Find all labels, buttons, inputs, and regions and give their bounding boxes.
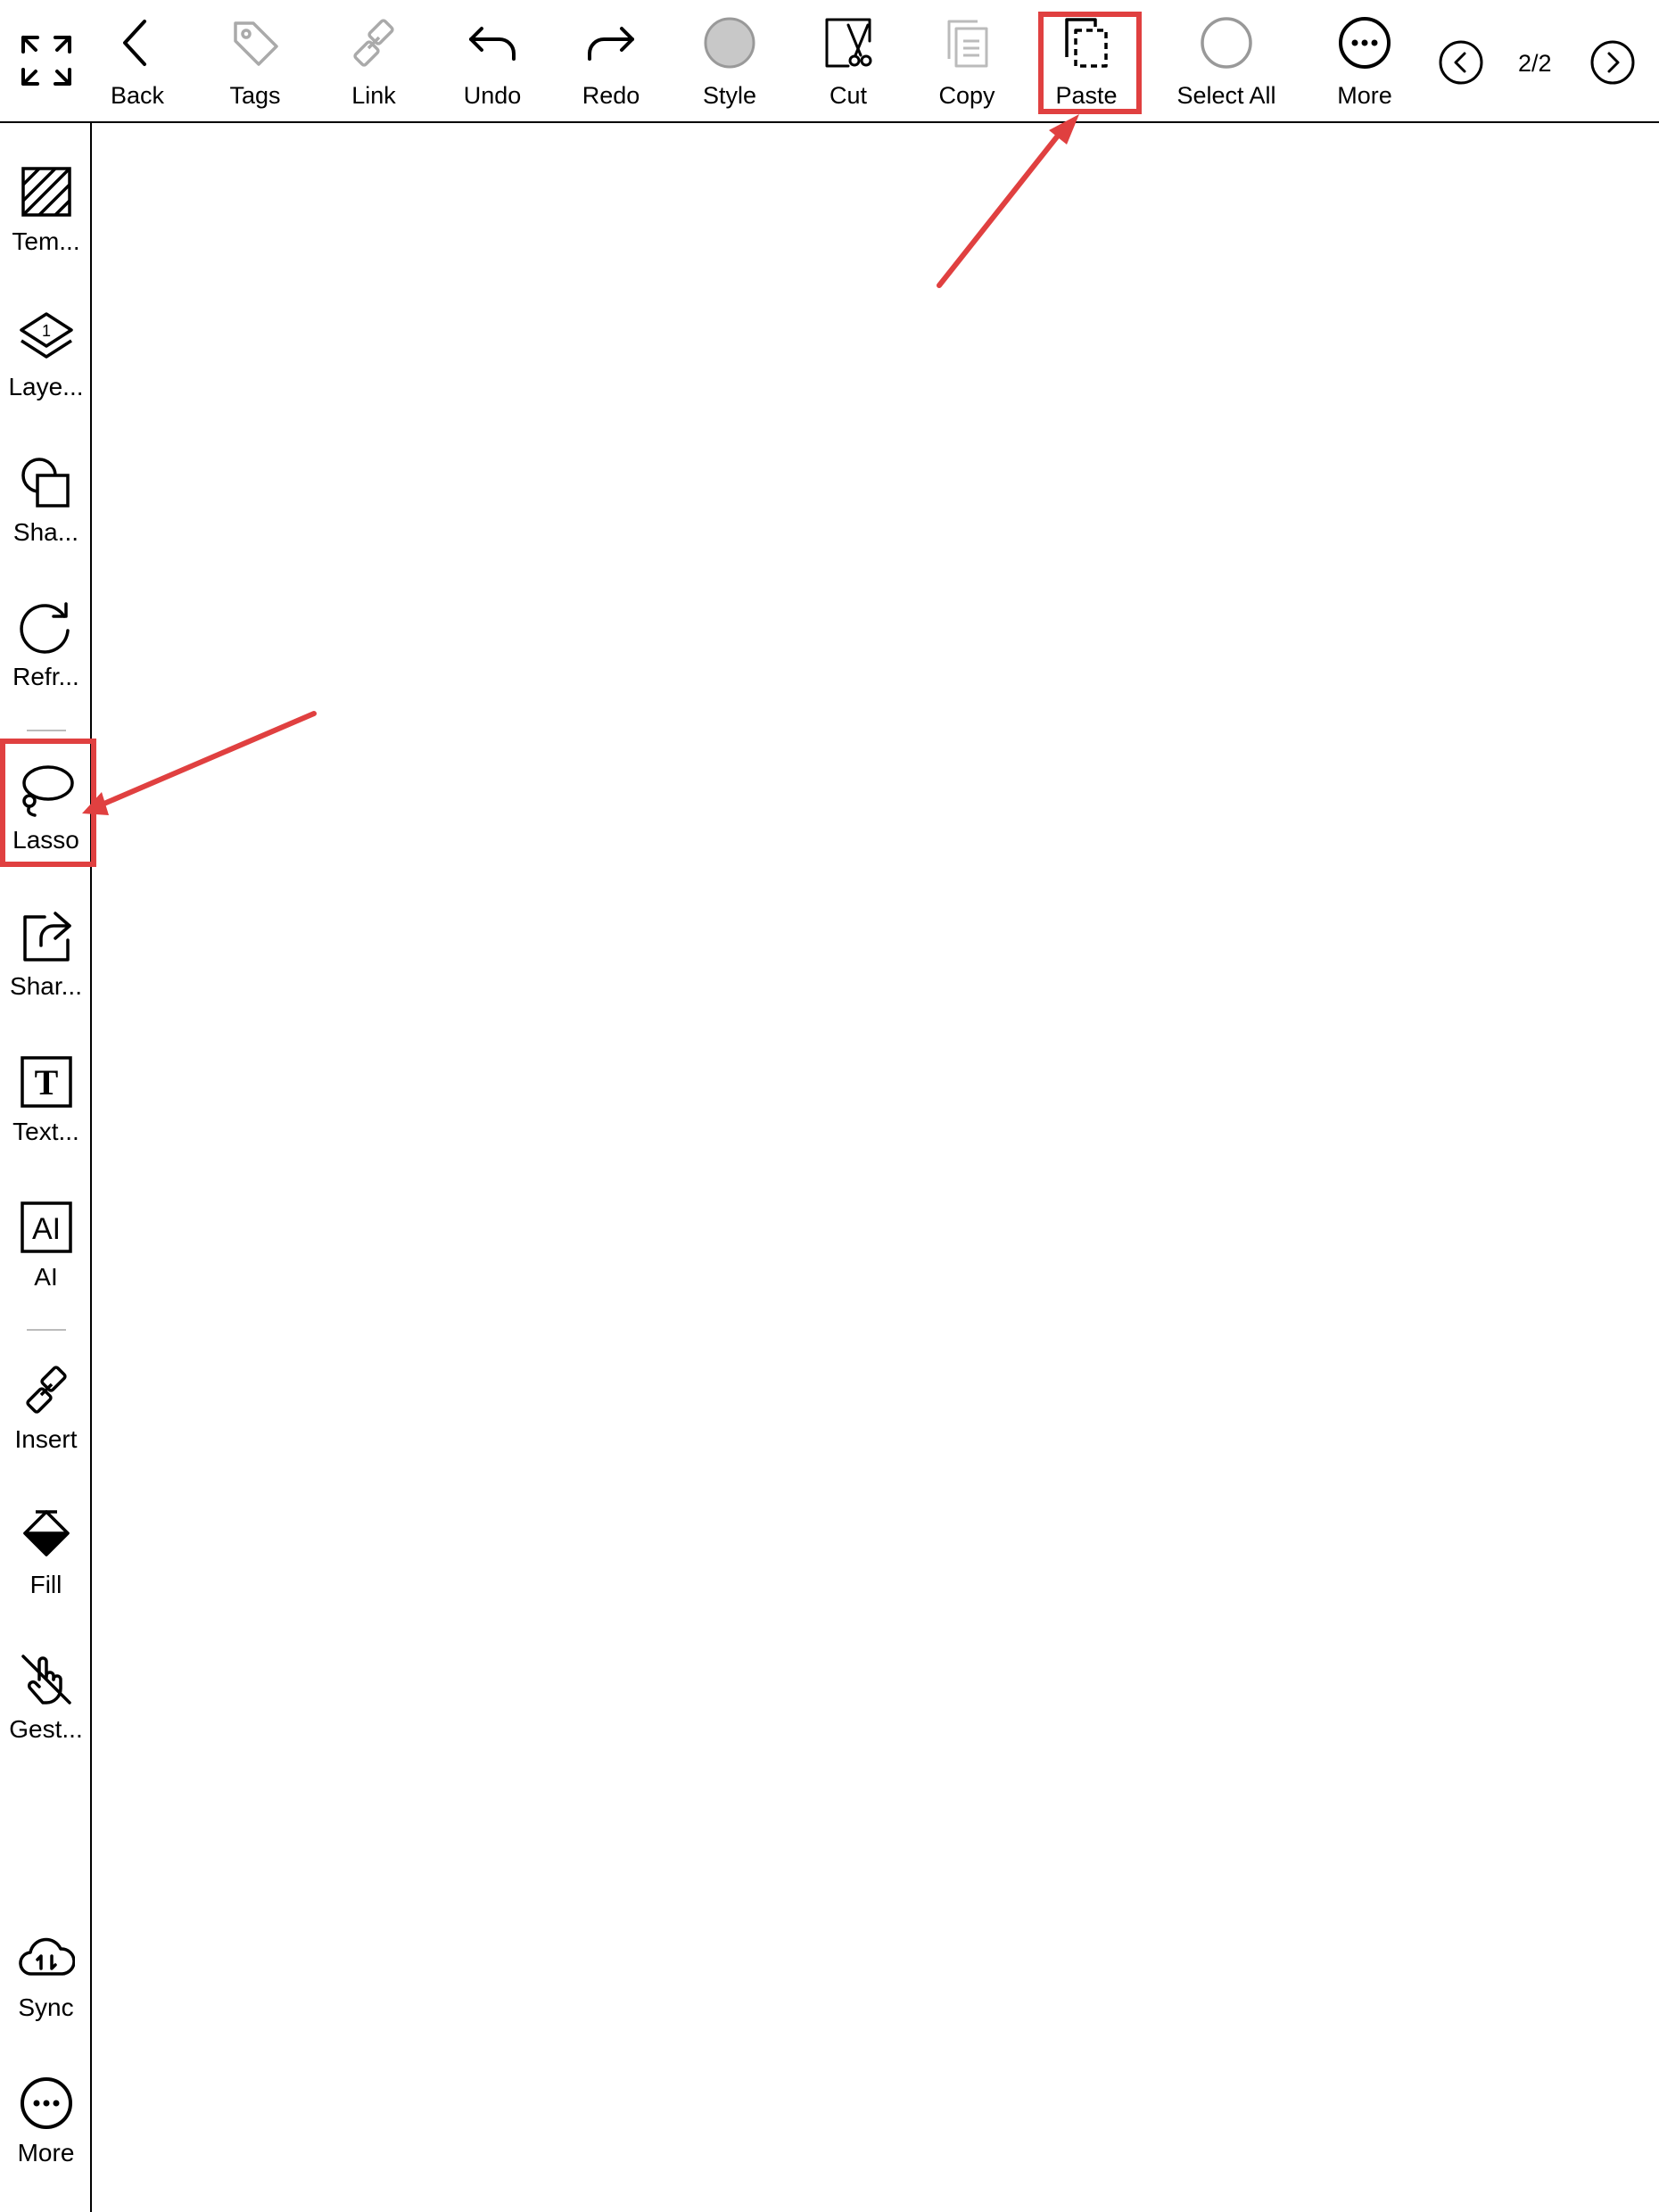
left-sidebar: Tem... 1 Laye... Sha... Refr... Lasso Sh… xyxy=(0,123,96,2212)
tags-label: Tags xyxy=(229,82,281,109)
text-icon: T xyxy=(20,1056,72,1108)
select-all-button[interactable]: Select All xyxy=(1160,16,1293,109)
tags-button[interactable]: Tags xyxy=(219,16,291,109)
tag-icon xyxy=(234,21,278,66)
link-icon xyxy=(353,19,394,67)
sidebar-item-insert[interactable]: Insert xyxy=(0,1363,92,1454)
undo-label: Undo xyxy=(463,82,522,109)
link-label: Link xyxy=(351,82,396,109)
sidebar-item-label: More xyxy=(17,2139,75,2167)
undo-icon xyxy=(469,27,516,61)
sidebar-item-label: Laye... xyxy=(8,373,84,400)
select-all-circle-icon xyxy=(1201,17,1252,69)
sidebar-item-shapes[interactable]: Sha... xyxy=(0,456,92,547)
chevron-circle-right-icon xyxy=(1590,40,1635,85)
ai-icon-glyph: AI xyxy=(31,1212,60,1246)
sidebar-item-sync[interactable]: Sync xyxy=(0,1931,92,2022)
select-all-label: Select All xyxy=(1176,82,1276,109)
toolbar-more-button[interactable]: More xyxy=(1329,16,1400,109)
sidebar-item-fill[interactable]: Fill xyxy=(0,1508,92,1599)
ai-icon: AI xyxy=(20,1201,72,1253)
paste-highlight-box xyxy=(1038,12,1142,114)
style-button[interactable]: Style xyxy=(694,16,765,109)
sidebar-item-text[interactable]: T Text... xyxy=(0,1055,92,1146)
prev-page-button[interactable] xyxy=(1438,39,1484,86)
chevron-left-icon xyxy=(123,20,146,66)
next-page-button[interactable] xyxy=(1589,39,1636,86)
sidebar-item-gesture[interactable]: Gest... xyxy=(0,1653,92,1744)
refresh-icon xyxy=(19,602,70,654)
back-button[interactable]: Back xyxy=(102,16,173,109)
sync-cloud-icon xyxy=(18,1937,75,1976)
layers-icon: 1 xyxy=(19,312,73,359)
page-indicator: 2/2 xyxy=(1518,50,1552,77)
chevron-circle-left-icon xyxy=(1439,40,1483,85)
sidebar-divider xyxy=(27,730,66,731)
scissors-icon xyxy=(825,18,872,68)
copy-button[interactable]: Copy xyxy=(931,16,1003,109)
sidebar-item-label: Sha... xyxy=(12,518,79,546)
sidebar-item-label: Sync xyxy=(18,1993,74,2021)
sidebar-item-ai[interactable]: AI AI xyxy=(0,1201,92,1292)
sidebar-item-label: Shar... xyxy=(10,972,82,1000)
style-label: Style xyxy=(702,82,757,109)
more-icon xyxy=(20,2077,72,2129)
fullscreen-icon xyxy=(21,36,71,86)
redo-label: Redo xyxy=(582,82,640,109)
text-icon-glyph: T xyxy=(34,1062,58,1102)
link-button[interactable]: Link xyxy=(338,16,409,109)
sidebar-divider xyxy=(27,1329,66,1331)
lasso-highlight-box xyxy=(0,739,96,867)
toolbar-more-label: More xyxy=(1337,82,1392,109)
gesture-icon xyxy=(21,1655,71,1704)
template-icon xyxy=(21,167,71,217)
redo-icon xyxy=(588,27,634,61)
undo-button[interactable]: Undo xyxy=(457,16,528,109)
sidebar-item-label: Refr... xyxy=(12,663,79,690)
layers-badge: 1 xyxy=(41,322,50,340)
share-icon xyxy=(22,912,71,962)
sidebar-item-label: Tem... xyxy=(12,227,80,255)
sidebar-item-more[interactable]: More xyxy=(0,2076,92,2167)
sidebar-item-label: Text... xyxy=(12,1118,79,1145)
style-circle-icon xyxy=(704,17,755,69)
sidebar-item-label: Gest... xyxy=(9,1715,83,1743)
shapes-icon xyxy=(21,458,70,508)
copy-label: Copy xyxy=(938,82,995,109)
more-icon xyxy=(1339,17,1391,69)
insert-link-icon xyxy=(25,1366,67,1414)
redo-button[interactable]: Redo xyxy=(575,16,647,109)
cut-button[interactable]: Cut xyxy=(813,16,884,109)
drawing-canvas[interactable] xyxy=(94,125,1659,2212)
back-label: Back xyxy=(110,82,165,109)
sidebar-item-layers[interactable]: 1 Laye... xyxy=(0,310,92,401)
sidebar-item-refresh[interactable]: Refr... xyxy=(0,600,92,691)
fill-icon xyxy=(22,1510,70,1556)
sidebar-item-template[interactable]: Tem... xyxy=(0,165,92,256)
fullscreen-button[interactable] xyxy=(20,34,73,87)
sidebar-item-label: AI xyxy=(34,1263,58,1291)
copy-icon xyxy=(947,20,988,68)
sidebar-item-label: Fill xyxy=(29,1571,62,1598)
top-toolbar: Back Tags Link Undo Redo Style Cut Copy … xyxy=(0,0,1659,123)
cut-label: Cut xyxy=(829,82,868,109)
sidebar-item-label: Insert xyxy=(14,1425,78,1453)
sidebar-item-share[interactable]: Shar... xyxy=(0,910,92,1001)
